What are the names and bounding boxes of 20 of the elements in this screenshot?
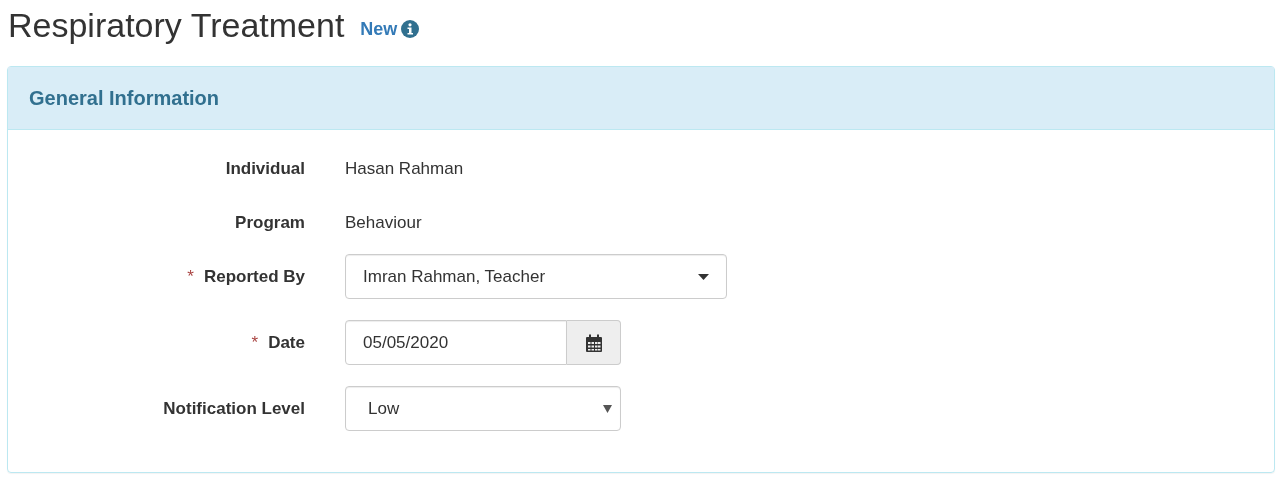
info-icon[interactable] <box>401 20 420 38</box>
dropdown[interactable]: Imran Rahman, Teacher <box>345 254 727 299</box>
field-value: Behaviour <box>345 212 422 234</box>
date-field[interactable]: 05/05/2020 <box>345 320 567 365</box>
field-label: Date <box>268 333 305 352</box>
status-label: New <box>360 17 398 41</box>
caret-icon <box>603 404 612 413</box>
required-mark: * <box>251 333 259 352</box>
field-label: Individual <box>225 159 305 178</box>
calendar-icon <box>584 333 603 352</box>
page-title: Respiratory Treatment <box>8 4 345 46</box>
select-field[interactable]: Low <box>345 386 621 431</box>
field-value: Hasan Rahman <box>345 158 464 180</box>
field-label: Reported By <box>203 267 305 286</box>
caret-icon <box>698 273 709 280</box>
field-label: Notification Level <box>163 399 305 418</box>
calendar-button[interactable] <box>567 320 621 365</box>
panel-title: General Information <box>29 87 220 109</box>
required-mark: * <box>187 267 194 286</box>
field-label: Program <box>235 213 305 232</box>
